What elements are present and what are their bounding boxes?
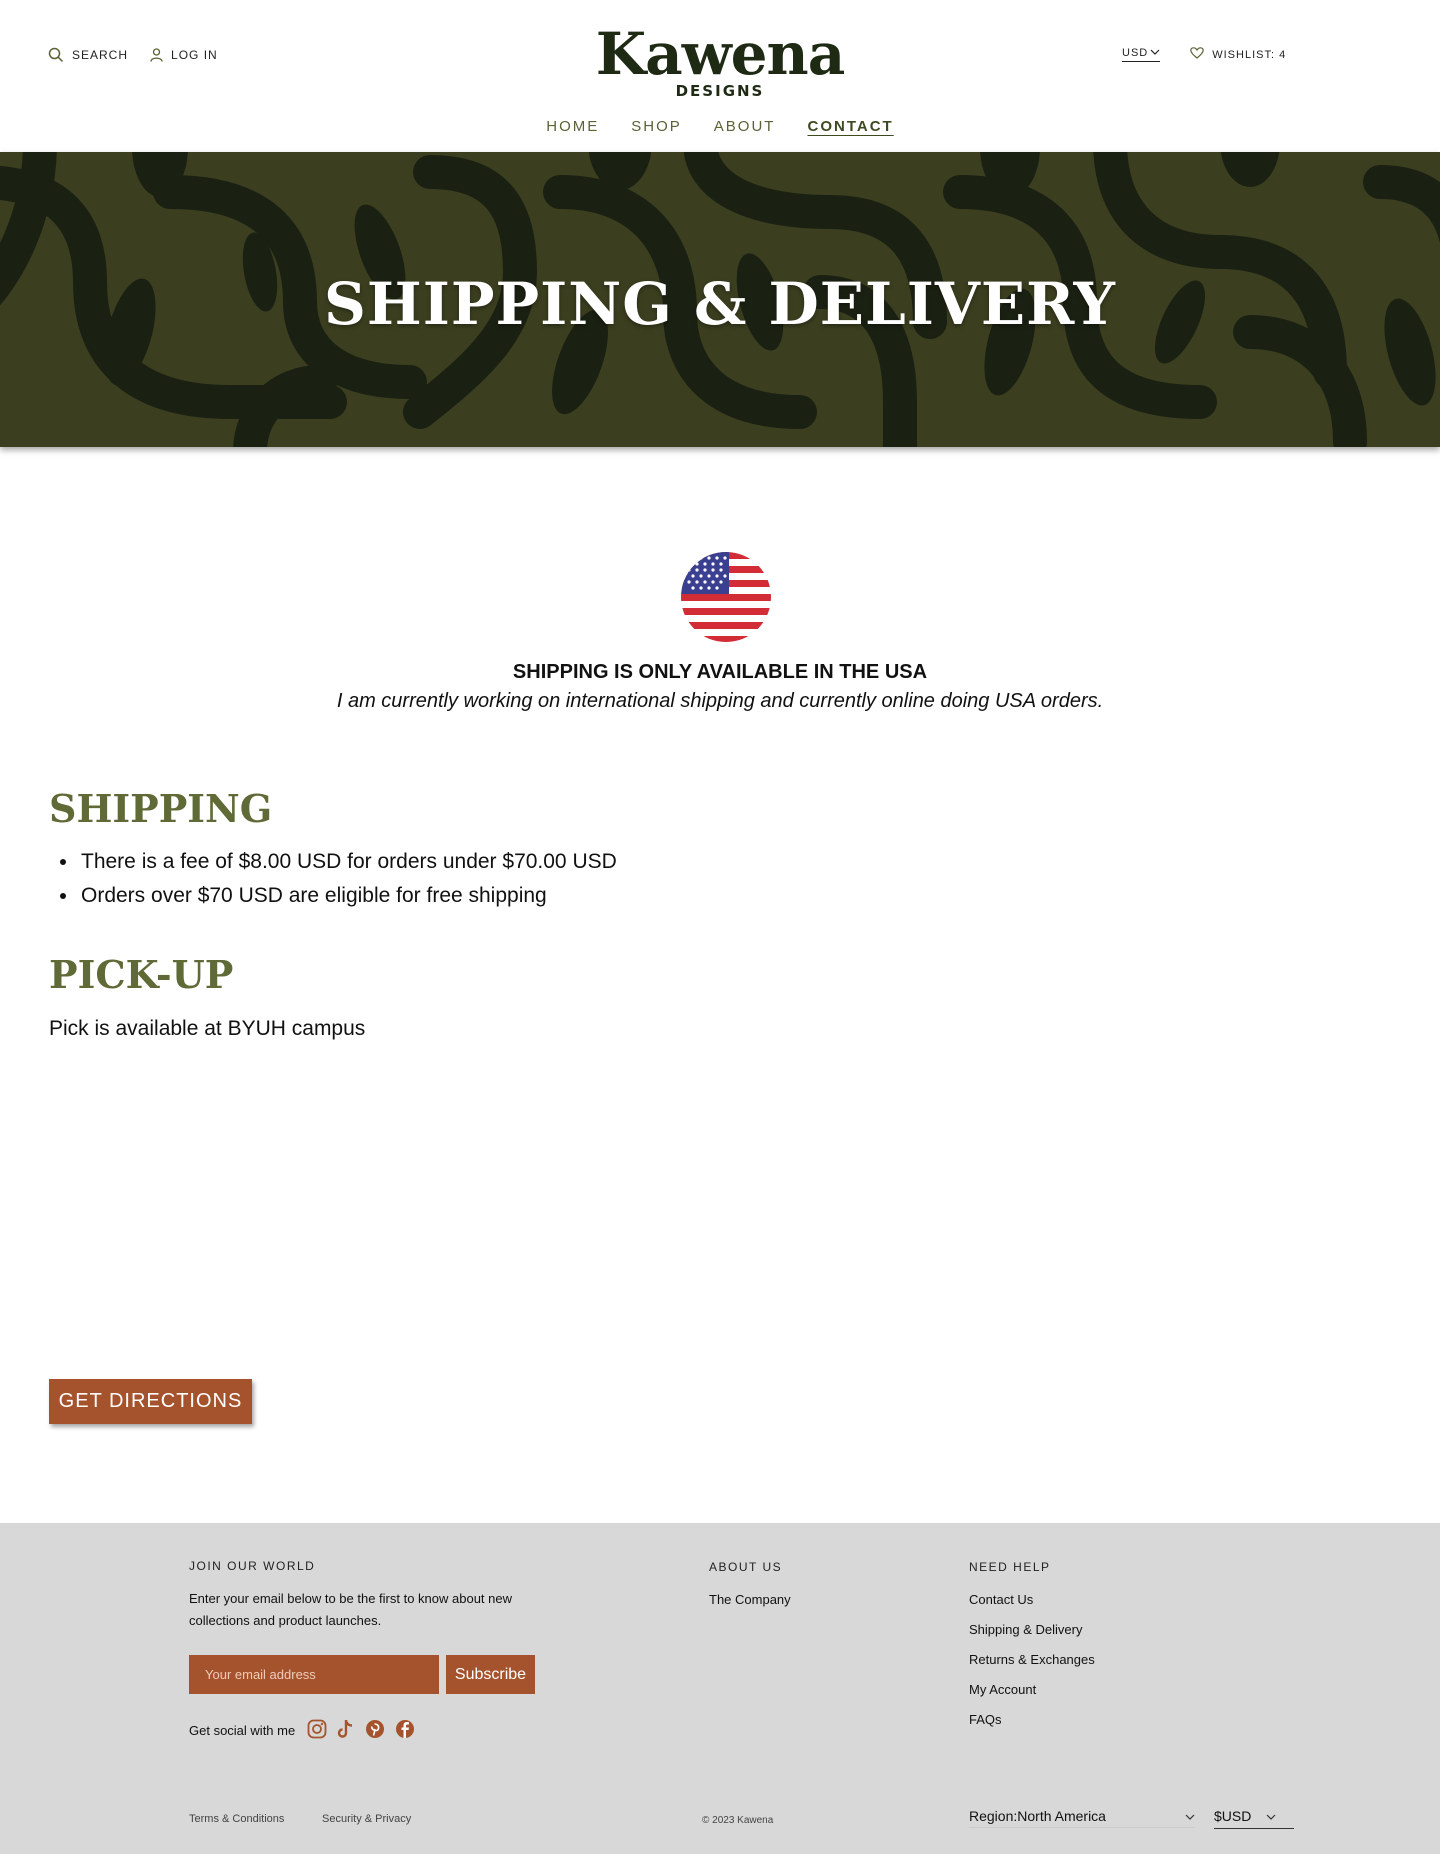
currency-label: USD [1122, 47, 1149, 59]
pinterest-icon[interactable] [365, 1719, 385, 1742]
chevron-down-icon [1266, 1808, 1276, 1824]
email-field[interactable] [189, 1655, 439, 1694]
footer-link-the-company[interactable]: The Company [709, 1592, 791, 1607]
chevron-down-icon [1185, 1808, 1195, 1824]
currency-value: $USD [1214, 1808, 1252, 1824]
main-nav: HOME SHOP ABOUT CONTACT [0, 118, 1440, 135]
shipping-notice-title: SHIPPING IS ONLY AVAILABLE IN THE USA [512, 661, 928, 683]
join-heading: JOIN OUR WORLD [189, 1559, 316, 1573]
header-right-tools: USD WISHLIST: 4 [1122, 47, 1286, 62]
instagram-icon[interactable] [307, 1719, 327, 1742]
chevron-down-icon [1150, 47, 1160, 59]
region-selector[interactable]: Region: North America [969, 1808, 1195, 1828]
get-directions-button[interactable]: GET DIRECTIONS [49, 1379, 252, 1424]
region-value: North America [1017, 1808, 1106, 1824]
site-header: SEARCH LOG IN Kawena DESIGNS USD WISHLIS… [0, 0, 1440, 152]
subscribe-button[interactable]: Subscribe [446, 1655, 535, 1694]
help-heading: NEED HELP [969, 1560, 1051, 1574]
pickup-text: Pick is available at BYUH campus [49, 1017, 366, 1040]
copyright: © 2023 Kawena [702, 1815, 774, 1826]
list-item: There is a fee of $8.00 USD for orders u… [79, 850, 617, 874]
footer-link-returns[interactable]: Returns & Exchanges [969, 1652, 1095, 1667]
hero-title: SHIPPING & DELIVERY [324, 270, 1116, 338]
tiktok-icon[interactable] [337, 1719, 355, 1742]
nav-contact[interactable]: CONTACT [807, 118, 893, 135]
shipping-heading: SHIPPING [49, 786, 273, 831]
currency-selector[interactable]: USD [1122, 47, 1161, 62]
footer-link-my-account[interactable]: My Account [969, 1682, 1036, 1697]
about-heading: ABOUT US [709, 1560, 783, 1574]
nav-shop[interactable]: SHOP [631, 118, 682, 135]
heart-icon [1190, 47, 1205, 62]
social-icons [307, 1719, 415, 1742]
pickup-heading: PICK-UP [49, 952, 234, 997]
region-label: Region: [969, 1808, 1018, 1824]
terms-link[interactable]: Terms & Conditions [189, 1813, 284, 1825]
wishlist-label: WISHLIST: 4 [1212, 48, 1287, 61]
footer-link-shipping[interactable]: Shipping & Delivery [969, 1622, 1082, 1637]
logo-subtitle: DESIGNS [675, 82, 765, 100]
list-item: Orders over $70 USD are eligible for fre… [79, 884, 617, 908]
footer-link-faqs[interactable]: FAQs [969, 1712, 1002, 1727]
shipping-list: There is a fee of $8.00 USD for orders u… [79, 850, 617, 918]
usa-flag-icon [681, 552, 771, 642]
footer-link-contact-us[interactable]: Contact Us [969, 1592, 1033, 1607]
footer-currency-selector[interactable]: $USD [1214, 1808, 1294, 1829]
facebook-icon[interactable] [395, 1719, 415, 1742]
nav-about[interactable]: ABOUT [714, 118, 776, 135]
nav-home[interactable]: HOME [546, 118, 599, 135]
hero-banner: SHIPPING & DELIVERY [0, 152, 1440, 447]
shipping-notice-subtitle: I am currently working on international … [336, 690, 1104, 712]
social-label: Get social with me [189, 1723, 296, 1738]
join-text: Enter your email below to be the first t… [189, 1591, 513, 1628]
wishlist-link[interactable]: WISHLIST: 4 [1190, 47, 1286, 62]
social-row: Get social with me [189, 1719, 415, 1742]
privacy-link[interactable]: Security & Privacy [322, 1813, 411, 1825]
